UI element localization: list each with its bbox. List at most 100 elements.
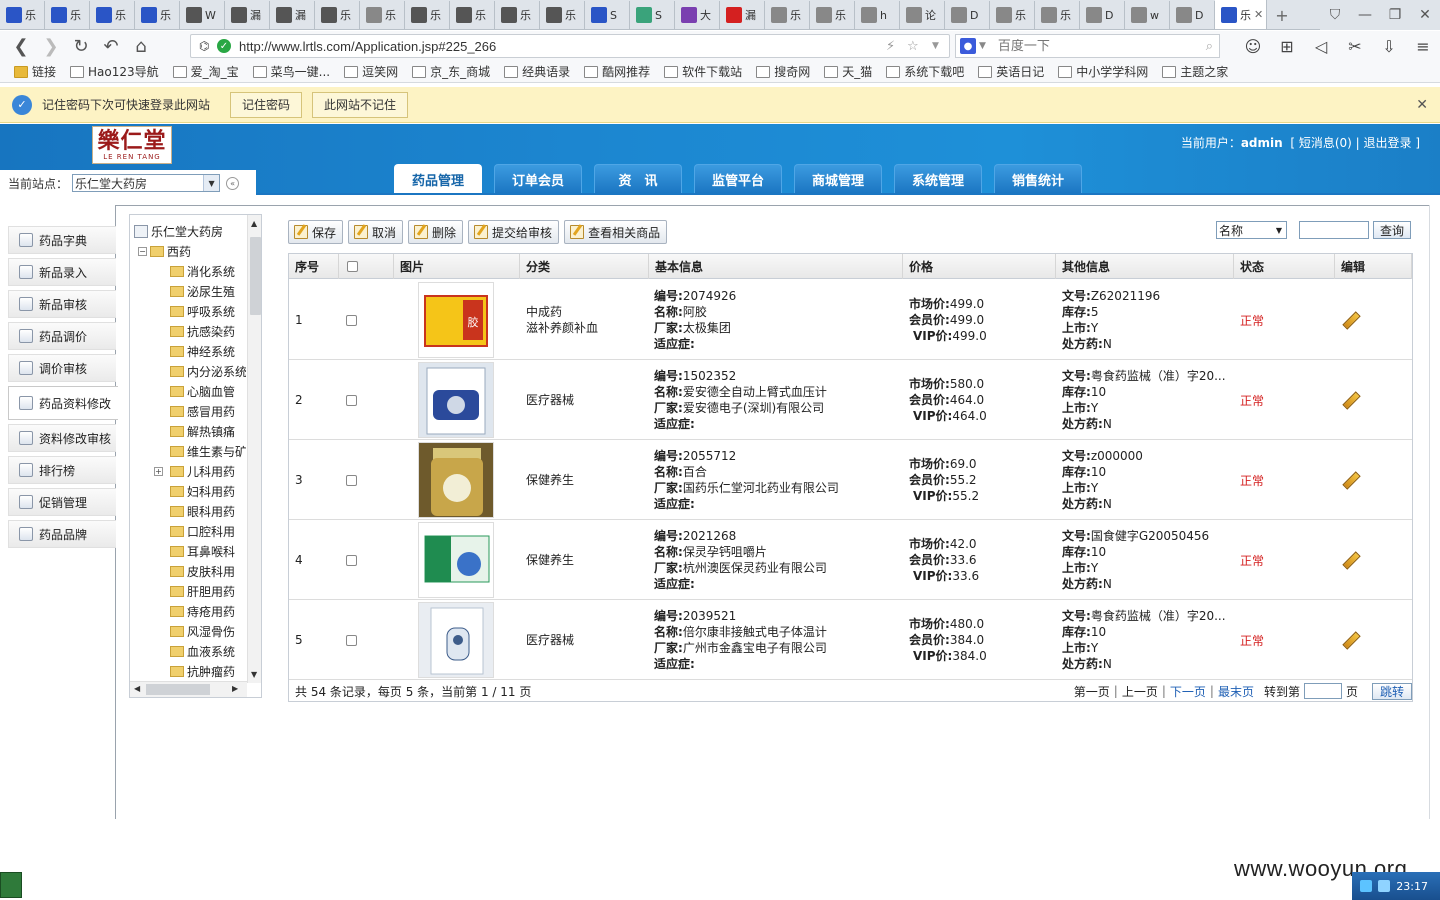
left-menu-item[interactable]: 药品调价 xyxy=(8,322,116,350)
row-checkbox[interactable] xyxy=(346,634,357,646)
search-icon[interactable]: ⌕ xyxy=(1206,39,1213,54)
browser-tab[interactable]: 漏 xyxy=(225,1,270,29)
tree-item[interactable]: 心脑血管 xyxy=(134,381,246,401)
tree-item[interactable]: 抗感染药 xyxy=(134,321,246,341)
network-icon[interactable] xyxy=(1360,880,1373,892)
restore-icon[interactable]: ❐ xyxy=(1380,0,1410,30)
browser-tab[interactable]: D xyxy=(1170,1,1215,29)
nav-tab[interactable]: 商城管理 xyxy=(794,164,882,193)
never-remember-button[interactable]: 此网站不记住 xyxy=(312,91,409,118)
browser-tab[interactable]: 乐 xyxy=(360,1,405,29)
tree-item[interactable]: + 儿科用药 xyxy=(134,461,246,481)
bookmark-item[interactable]: 菜鸟一键... xyxy=(252,63,344,80)
query-input[interactable] xyxy=(1299,221,1369,239)
left-menu-item[interactable]: 药品资料修改 xyxy=(8,386,118,420)
undo-icon[interactable]: ↶ xyxy=(96,31,126,61)
save-button[interactable]: 保存 xyxy=(288,220,344,244)
bookmark-item[interactable]: 酷网推荐 xyxy=(584,63,664,80)
arrow-up-icon[interactable]: ▲ xyxy=(251,219,257,228)
chevron-down-icon[interactable]: ▼ xyxy=(932,41,939,51)
new-tab-plus-icon[interactable]: + xyxy=(1267,1,1297,29)
tree-item[interactable]: 皮肤科用 xyxy=(134,561,246,581)
row-checkbox[interactable] xyxy=(346,314,357,326)
nav-tab[interactable]: 资 讯 xyxy=(594,164,682,193)
scroll-thumb[interactable] xyxy=(146,684,210,695)
pencil-edit-icon[interactable] xyxy=(1342,552,1358,568)
checkbox[interactable] xyxy=(347,261,358,272)
browser-tab[interactable]: 乐 xyxy=(765,1,810,29)
tree-item[interactable]: 感冒用药 xyxy=(134,401,246,421)
left-menu-item[interactable]: 调价审核 xyxy=(8,354,116,382)
chevron-down-icon[interactable]: ▼ xyxy=(979,41,986,51)
tree-group[interactable]: − 西药 xyxy=(134,241,246,261)
arrow-left-icon[interactable]: ◀ xyxy=(134,684,140,693)
browser-tab[interactable]: 乐 xyxy=(450,1,495,29)
chat-icon[interactable]: ☺ xyxy=(1236,31,1270,61)
row-checkbox[interactable] xyxy=(346,394,357,406)
jump-button[interactable]: 跳转 xyxy=(1372,682,1412,700)
tree-item[interactable]: 抗肿瘤药 xyxy=(134,661,246,681)
bookmark-item[interactable]: 软件下载站 xyxy=(664,63,756,80)
left-menu-item[interactable]: 新品审核 xyxy=(8,290,116,318)
bookmark-item[interactable]: 系统下载吧 xyxy=(886,63,978,80)
tree-item[interactable]: 解热镇痛 xyxy=(134,421,246,441)
browser-tab[interactable]: w xyxy=(1125,1,1170,29)
arrow-right-icon[interactable]: ▶ xyxy=(232,684,238,693)
pencil-edit-icon[interactable] xyxy=(1342,472,1358,488)
browser-tab[interactable]: 乐 xyxy=(135,1,180,29)
page-number-input[interactable] xyxy=(1303,683,1342,699)
bookmark-item[interactable]: 爱_淘_宝 xyxy=(172,63,253,80)
query-button[interactable]: 查询 xyxy=(1373,221,1411,239)
pencil-edit-icon[interactable] xyxy=(1342,632,1358,648)
browser-tab[interactable]: D xyxy=(945,1,990,29)
arrow-down-icon[interactable]: ▼ xyxy=(251,670,257,679)
browser-tab[interactable]: S xyxy=(585,1,630,29)
browser-tab[interactable]: D xyxy=(1080,1,1125,29)
tree-item[interactable]: 口腔科用 xyxy=(134,521,246,541)
station-select[interactable]: 乐仁堂大药房 ▼ xyxy=(72,174,221,192)
tree-item[interactable]: 痔疮用药 xyxy=(134,601,246,621)
star-icon[interactable]: ☆ xyxy=(907,39,919,54)
view-related-button[interactable]: 查看相关商品 xyxy=(564,220,668,244)
download-icon[interactable]: ⇩ xyxy=(1372,31,1406,61)
submit-review-button[interactable]: 提交给审核 xyxy=(468,220,560,244)
next-page-link[interactable]: 下一页 xyxy=(1170,683,1206,700)
browser-tab[interactable]: S xyxy=(630,1,675,29)
bookmark-item[interactable]: 搜奇网 xyxy=(756,63,824,80)
last-page-link[interactable]: 最末页 xyxy=(1218,683,1254,700)
tree-item[interactable]: 妇科用药 xyxy=(134,481,246,501)
menu-icon[interactable]: ≡ xyxy=(1406,31,1440,61)
collapse-toggle-icon[interactable]: − xyxy=(138,246,147,256)
left-menu-item[interactable]: 新品录入 xyxy=(8,258,116,286)
lightning-icon[interactable]: ⚡ xyxy=(886,39,895,54)
left-menu-item[interactable]: 排行榜 xyxy=(8,456,116,484)
scissors-icon[interactable]: ✂ xyxy=(1338,31,1372,61)
tree-item[interactable]: 神经系统 xyxy=(134,341,246,361)
collapse-icon[interactable]: « xyxy=(226,176,240,190)
search-box[interactable]: ● ▼ ⌕ xyxy=(955,34,1220,58)
browser-tab[interactable]: 漏 xyxy=(720,1,765,29)
nav-tab[interactable]: 药品管理 xyxy=(394,164,482,193)
messages-link[interactable]: 短消息(0) xyxy=(1299,136,1352,150)
nav-tab[interactable]: 系统管理 xyxy=(894,164,982,193)
bookmark-item[interactable]: 经典语录 xyxy=(504,63,584,80)
browser-tab[interactable]: 乐 xyxy=(315,1,360,29)
left-menu-item[interactable]: 药品字典 xyxy=(8,226,116,254)
tree-item[interactable]: 肝胆用药 xyxy=(134,581,246,601)
browser-tab[interactable]: 乐 xyxy=(405,1,450,29)
browser-tab-active[interactable]: 乐 ✕ xyxy=(1215,0,1267,29)
bookmark-item[interactable]: 主题之家 xyxy=(1162,63,1242,80)
browser-tab[interactable]: 乐 xyxy=(495,1,540,29)
search-input[interactable] xyxy=(997,38,1188,54)
prev-page-link[interactable]: 上一页 xyxy=(1122,683,1158,700)
bookmark-item[interactable]: 链接 xyxy=(14,63,70,80)
shield-icon[interactable] xyxy=(1378,880,1391,892)
speaker-icon[interactable]: ◁ xyxy=(1304,31,1338,61)
browser-tab[interactable]: 乐 xyxy=(45,1,90,29)
forward-icon[interactable]: ❯ xyxy=(36,31,66,61)
tree-item[interactable]: 眼科用药 xyxy=(134,501,246,521)
tree-item[interactable]: 泌尿生殖 xyxy=(134,281,246,301)
tree-vertical-scrollbar[interactable]: ▲ ▼ xyxy=(247,215,261,683)
home-icon[interactable]: ⌂ xyxy=(126,31,156,61)
browser-tab[interactable]: 大 xyxy=(675,1,720,29)
